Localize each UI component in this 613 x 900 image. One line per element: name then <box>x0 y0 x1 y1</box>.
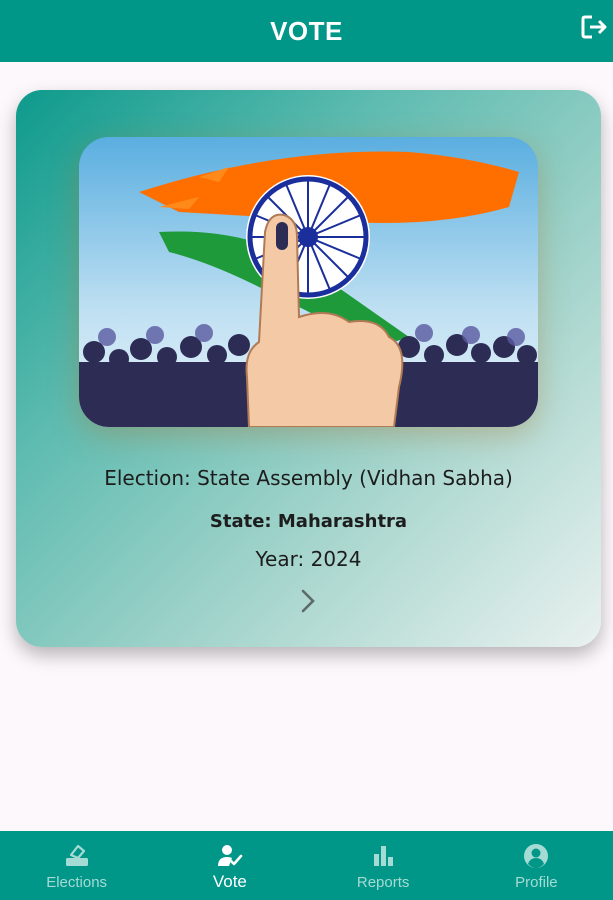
nav-vote-label: Vote <box>212 872 247 891</box>
nav-profile-label: Profile <box>515 874 558 891</box>
account-circle-icon <box>524 844 549 868</box>
nav-vote[interactable]: Vote <box>153 831 306 900</box>
election-name: Election: State Assembly (Vidhan Sabha) <box>104 466 513 490</box>
bar-chart-icon <box>374 846 394 866</box>
ballot-box-icon <box>65 844 88 866</box>
election-banner-image <box>79 137 538 427</box>
page-title: VOTE <box>270 15 343 46</box>
bottom-navigation: Elections Vote Reports Profile <box>0 831 613 900</box>
logout-icon[interactable] <box>579 12 609 42</box>
app-bar: VOTE <box>0 0 613 62</box>
election-card[interactable]: Election: State Assembly (Vidhan Sabha) … <box>16 90 601 647</box>
chevron-right-icon[interactable] <box>296 587 320 615</box>
nav-elections[interactable]: Elections <box>0 831 153 900</box>
nav-elections-label: Elections <box>46 874 108 891</box>
election-state: State: Maharashtra <box>209 511 408 532</box>
nav-profile[interactable]: Profile <box>460 831 613 900</box>
nav-reports-label: Reports <box>356 874 410 891</box>
nav-reports[interactable]: Reports <box>307 831 460 900</box>
person-check-icon <box>217 845 243 866</box>
election-year: Year: 2024 <box>255 547 362 571</box>
